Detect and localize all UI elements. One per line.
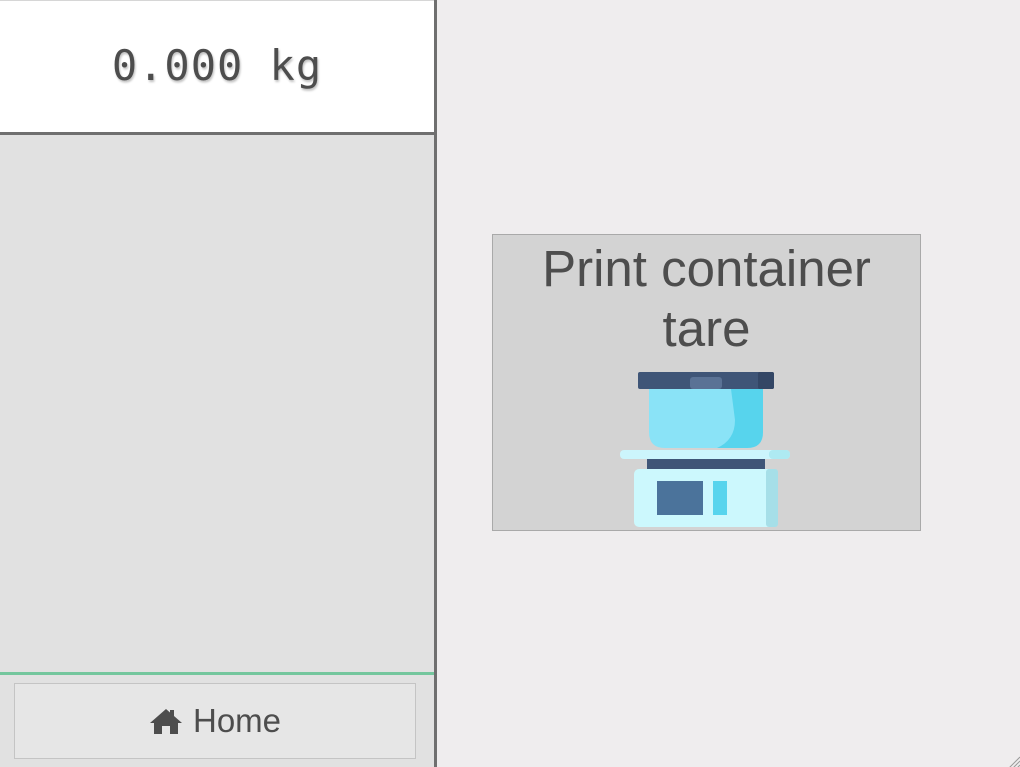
weight-display: 0.000 kg (0, 0, 434, 135)
left-panel: 0.000 kg Home (0, 0, 437, 767)
home-button-label: Home (192, 702, 282, 739)
print-container-tare-label: Print container tare (542, 240, 871, 357)
divider (0, 672, 434, 675)
home-button[interactable]: Home (14, 683, 416, 759)
weight-value: 0.000 kg (111, 41, 323, 90)
home-icon (149, 707, 183, 735)
resize-grip[interactable] (1006, 753, 1020, 767)
print-container-tare-button[interactable]: Print container tare (492, 234, 921, 531)
app-window: 0.000 kg Home Print container tare (0, 0, 1020, 767)
kitchen-scale-icon (619, 370, 795, 532)
